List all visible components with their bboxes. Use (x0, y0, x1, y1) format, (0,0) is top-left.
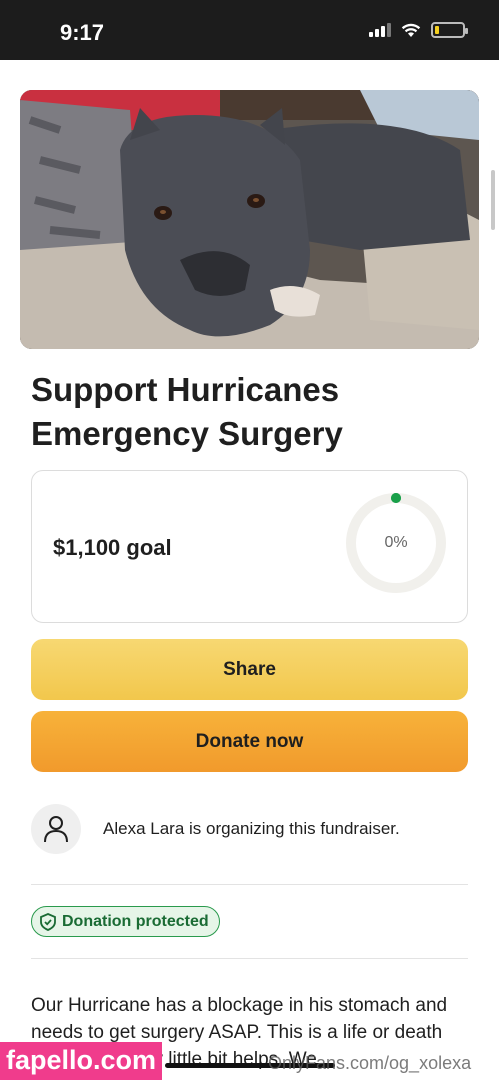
goal-amount: $1,100 goal (53, 535, 172, 560)
dog-photo (20, 90, 479, 349)
share-button[interactable]: Share (31, 639, 468, 700)
divider (31, 884, 468, 885)
shield-check-icon (40, 912, 56, 931)
status-bar: 9:17 (0, 0, 499, 60)
hero-image (20, 90, 479, 349)
organizer-row[interactable]: Alexa Lara is organizing this fundraiser… (31, 804, 468, 854)
battery-level (435, 26, 439, 34)
status-time: 9:17 (60, 20, 105, 45)
watermark-left: fapello.com (0, 1042, 163, 1080)
status-icons (369, 22, 468, 38)
divider (31, 958, 468, 959)
donate-button[interactable]: Donate now (31, 711, 468, 772)
avatar (31, 804, 81, 854)
wifi-icon (401, 23, 421, 37)
badge-label: Donation protected (62, 912, 209, 930)
fundraiser-title: Support Hurricanes Emergency Surgery (31, 371, 343, 452)
goal-card: $1,100 goal 0% (31, 470, 468, 623)
organizer-text: Alexa Lara is organizing this fundraiser… (103, 819, 400, 838)
watermark-right: OnlyFans.com/og_xolexa (268, 1053, 472, 1073)
user-icon (44, 816, 68, 843)
scrollbar[interactable] (491, 170, 495, 230)
progress-percent: 0% (384, 534, 408, 551)
signal-icon (369, 23, 391, 37)
battery-icon (431, 22, 468, 38)
donation-protected-badge[interactable]: Donation protected (31, 906, 220, 937)
